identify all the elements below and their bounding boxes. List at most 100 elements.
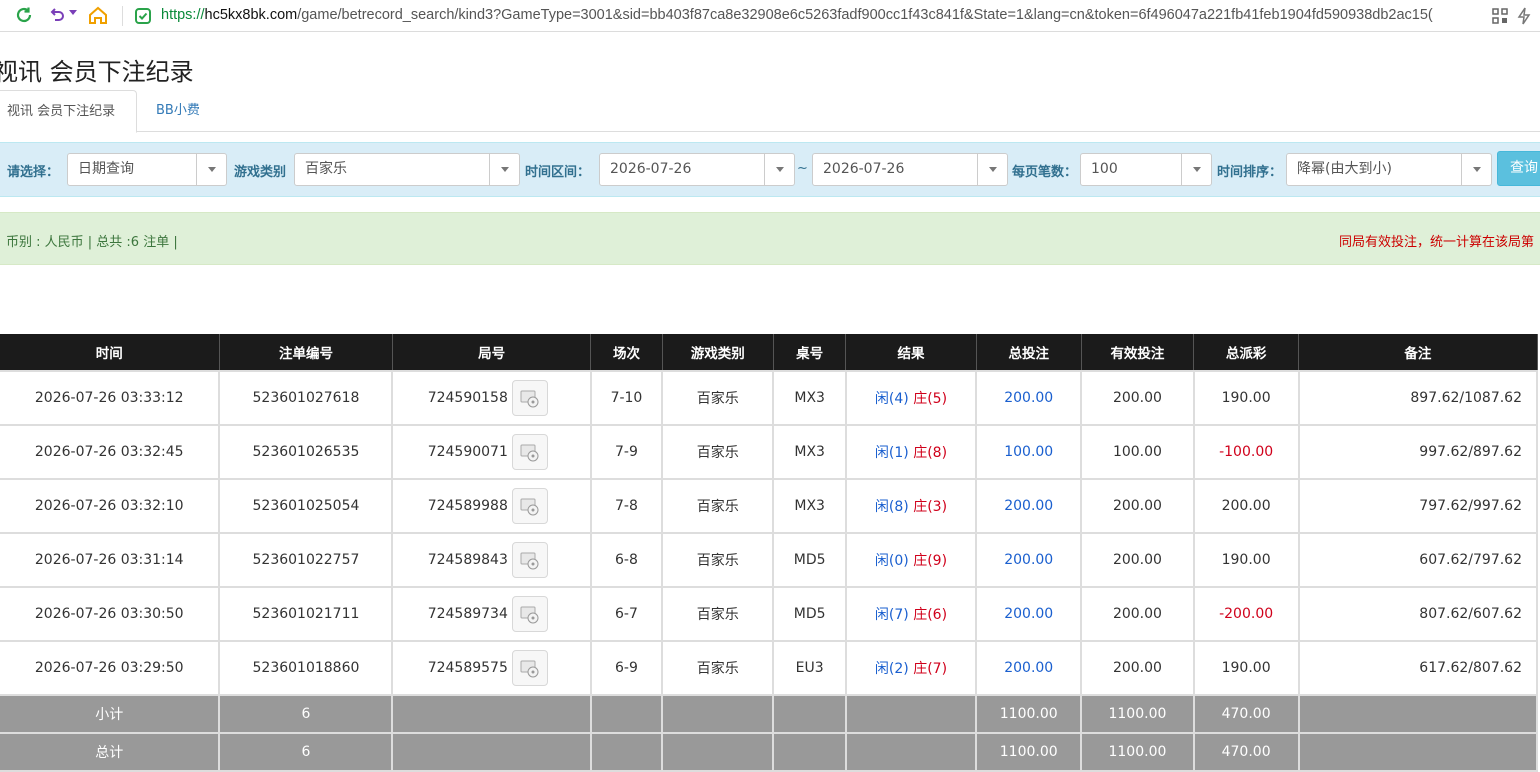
subtotal-valid-bet: 1100.00 (1080, 694, 1195, 734)
chevron-down-icon (196, 154, 226, 185)
player-result: 闲(4) (874, 391, 909, 407)
qr-icon[interactable] (1490, 6, 1510, 26)
cell-result: 闲(1) 庄(8) (844, 424, 978, 480)
cell-result: 闲(2) 庄(7) (844, 640, 978, 696)
tab-bb-tips[interactable]: BB小费 (140, 90, 216, 132)
reload-icon[interactable] (14, 5, 34, 25)
player-result: 闲(2) (874, 661, 909, 677)
film-icon[interactable] (511, 488, 548, 524)
cell-payout: -200.00 (1192, 586, 1300, 642)
cell-note: 997.62/897.62 (1297, 424, 1539, 480)
header-result: 结果 (845, 334, 977, 372)
query-type-select[interactable]: 日期查询 (67, 153, 227, 186)
cell-note: 607.62/797.62 (1297, 532, 1539, 588)
cell-round: 724590158 (391, 370, 592, 426)
film-icon[interactable] (511, 542, 548, 578)
cell-total-bet[interactable]: 200.00 (975, 586, 1083, 642)
shield-icon[interactable] (133, 6, 153, 26)
cell-time: 2026-07-26 03:30:50 (0, 586, 221, 642)
cell-bet-no: 523601022757 (218, 532, 394, 588)
subtotal-payout: 470.00 (1192, 694, 1300, 734)
header-round: 局号 (391, 334, 592, 372)
total-total-bet: 1100.00 (975, 732, 1083, 772)
summary-notice: 同局有效投注，统一计算在该局第 (1339, 235, 1535, 250)
address-bar[interactable]: https://hc5kx8bk.com/game/betrecord_sear… (161, 7, 1483, 23)
page-title: 视讯 会员下注纪录 (0, 58, 194, 86)
date-to-value: 2026-07-26 (823, 161, 905, 177)
table-row: 2026-07-26 03:29:50 523601018860 7245895… (0, 640, 1539, 696)
player-result: 闲(7) (874, 607, 909, 623)
player-result: 闲(0) (874, 553, 909, 569)
chevron-down-icon (489, 154, 519, 185)
banker-result: 庄(8) (913, 445, 948, 461)
cell-time: 2026-07-26 03:29:50 (0, 640, 221, 696)
cell-valid-bet: 200.00 (1080, 370, 1195, 426)
cell-note: 897.62/1087.62 (1297, 370, 1539, 426)
home-icon[interactable] (88, 5, 108, 25)
header-payout: 总派彩 (1193, 334, 1300, 372)
cell-time: 2026-07-26 03:32:10 (0, 478, 221, 534)
sort-label: 时间排序： (1217, 165, 1283, 180)
header-valid-bet: 有效投注 (1080, 334, 1195, 372)
date-to-select[interactable]: 2026-07-26 (812, 153, 1008, 186)
chevron-down-icon (1461, 154, 1491, 185)
round-number: 724590158 (427, 390, 508, 406)
game-type-label: 游戏类别 (234, 165, 287, 180)
header-time: 时间 (0, 334, 220, 372)
cell-total-bet[interactable]: 200.00 (975, 640, 1083, 696)
cell-total-bet[interactable]: 200.00 (975, 478, 1083, 534)
cell-result: 闲(8) 庄(3) (844, 478, 978, 534)
subtotal-total-bet: 1100.00 (975, 694, 1083, 734)
cell-round: 724589734 (391, 586, 592, 642)
cell-game: 百家乐 (661, 370, 775, 426)
game-type-select[interactable]: 百家乐 (294, 153, 520, 186)
cell-session: 6-7 (589, 586, 664, 642)
per-page-value: 100 (1091, 161, 1118, 177)
cell-bet-no: 523601026535 (218, 424, 394, 480)
cell-game: 百家乐 (661, 532, 775, 588)
per-page-select[interactable]: 100 (1080, 153, 1212, 186)
banker-result: 庄(5) (913, 391, 948, 407)
cell-time: 2026-07-26 03:31:14 (0, 532, 221, 588)
bolt-icon[interactable] (1514, 6, 1534, 26)
tab-member-bet-record[interactable]: 视讯 会员下注纪录 (0, 90, 137, 133)
url-path: /game/betrecord_search/kind3?GameType=30… (297, 7, 1433, 23)
header-game-type: 游戏类别 (661, 334, 774, 372)
chevron-down-icon (977, 154, 1007, 185)
round-number: 724589734 (427, 606, 508, 622)
film-icon[interactable] (511, 434, 548, 470)
cell-note: 797.62/997.62 (1297, 478, 1539, 534)
cell-payout: 190.00 (1192, 640, 1300, 696)
table-row: 2026-07-26 03:32:10 523601025054 7245899… (0, 478, 1539, 534)
total-payout: 470.00 (1192, 732, 1300, 772)
game-type-value: 百家乐 (305, 161, 347, 177)
cell-total-bet[interactable]: 100.00 (975, 424, 1083, 480)
undo-icon[interactable] (47, 5, 67, 25)
date-from-select[interactable]: 2026-07-26 (599, 153, 795, 186)
round-number: 724589843 (427, 552, 508, 568)
query-button[interactable]: 查询 (1497, 151, 1540, 186)
table-body: 2026-07-26 03:33:12 523601027618 7245901… (0, 370, 1539, 772)
time-range-label: 时间区间： (525, 165, 591, 180)
cell-payout: 190.00 (1192, 370, 1300, 426)
total-count: 6 (218, 732, 394, 772)
cell-table-no: MD5 (772, 586, 847, 642)
table-row: 2026-07-26 03:32:45 523601026535 7245900… (0, 424, 1539, 480)
header-total-bet: 总投注 (975, 334, 1082, 372)
cell-time: 2026-07-26 03:33:12 (0, 370, 221, 426)
film-icon[interactable] (511, 380, 548, 416)
total-row: 总计 6 1100.00 1100.00 470.00 (0, 732, 1539, 772)
cell-total-bet[interactable]: 200.00 (975, 532, 1083, 588)
cell-session: 7-9 (589, 424, 664, 480)
dropdown-arrow-icon[interactable] (69, 10, 77, 15)
cell-total-bet[interactable]: 200.00 (975, 370, 1083, 426)
query-type-value: 日期查询 (78, 161, 134, 177)
cell-round: 724590071 (391, 424, 592, 480)
cell-table-no: MX3 (772, 424, 847, 480)
cell-game: 百家乐 (661, 424, 775, 480)
film-icon[interactable] (511, 596, 548, 632)
header-table-no: 桌号 (772, 334, 847, 372)
film-icon[interactable] (511, 650, 548, 686)
sort-select[interactable]: 降幂(由大到小) (1286, 153, 1492, 186)
cell-session: 7-8 (589, 478, 664, 534)
